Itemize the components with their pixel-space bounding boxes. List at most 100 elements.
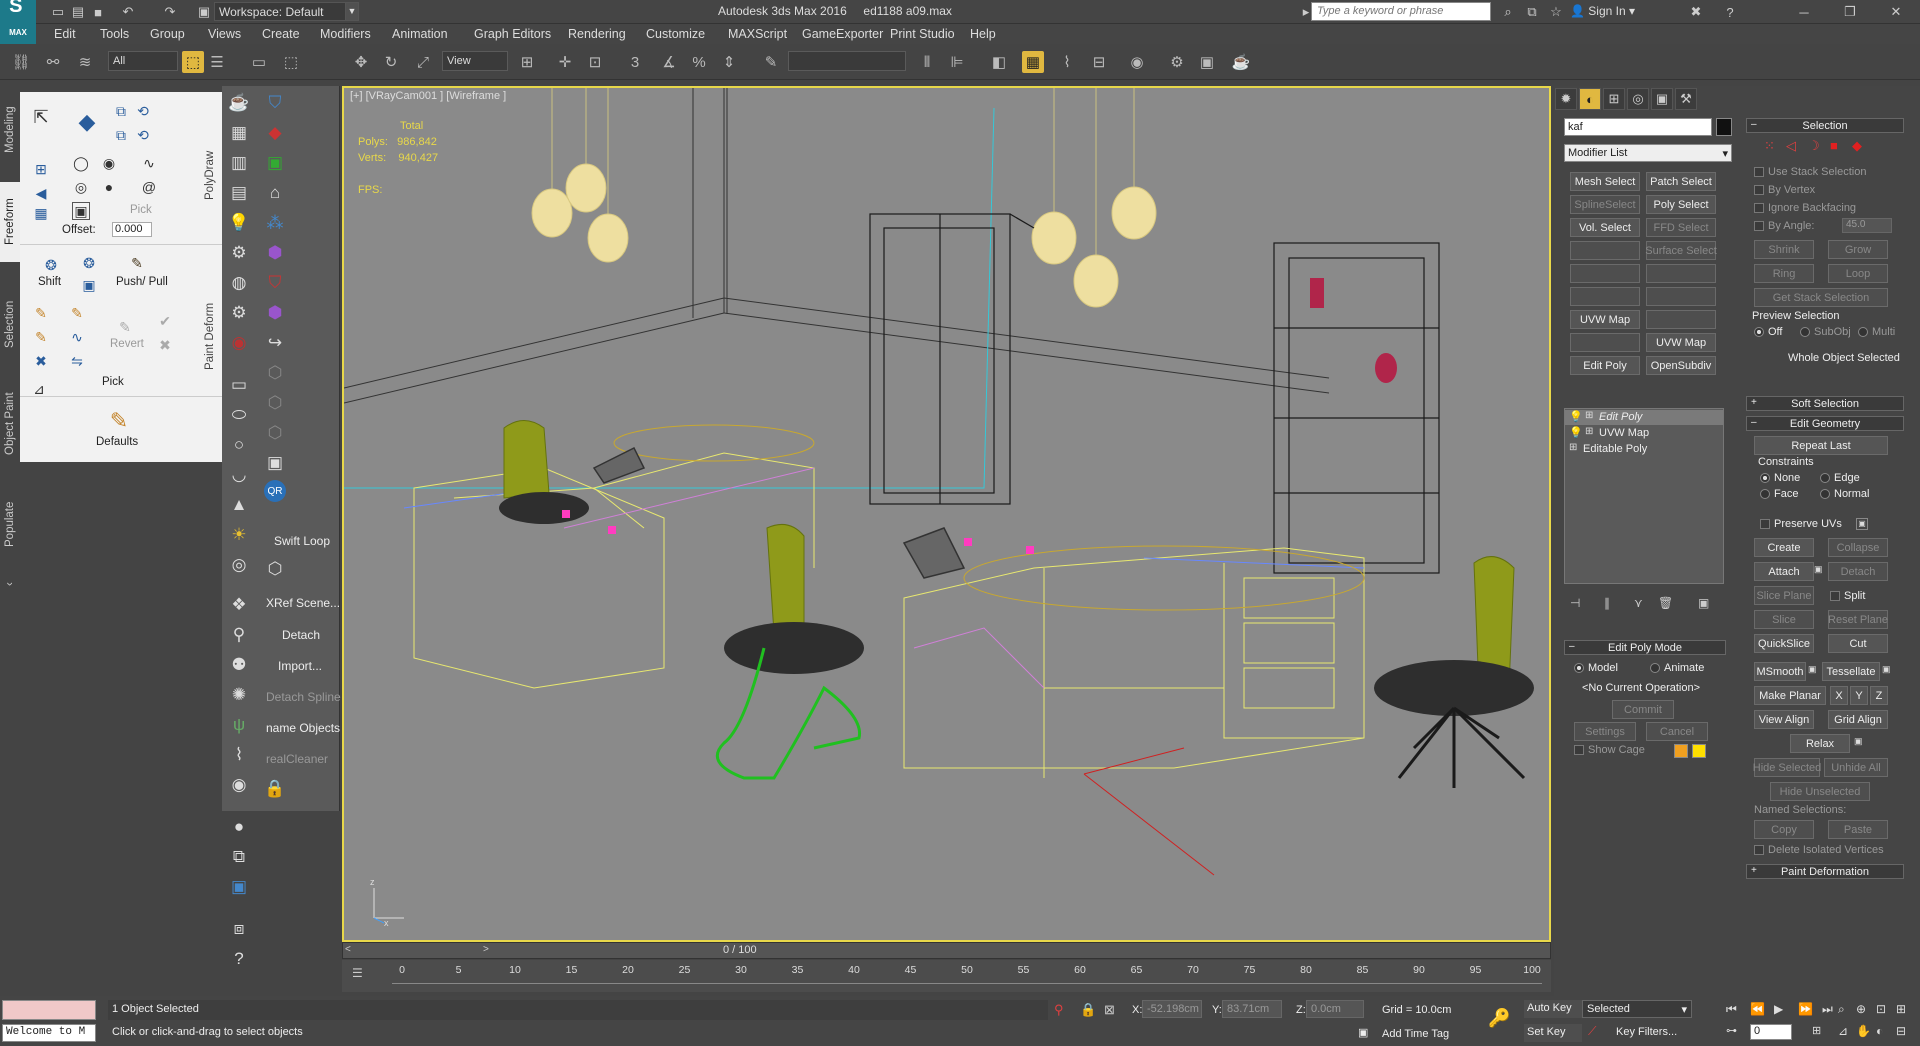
attach-button[interactable]: Attach	[1754, 562, 1814, 581]
maxscript-listener[interactable]: Welcome to M	[2, 1024, 96, 1042]
swift-loop-label[interactable]: Swift Loop	[274, 534, 330, 548]
tab-modeling[interactable]: Modeling	[0, 90, 20, 170]
selection-filter-dropdown[interactable]: All	[108, 51, 178, 71]
stack-item-edit-poly[interactable]: 💡 ⊞ Edit Poly	[1565, 410, 1723, 425]
animate-radio[interactable]: Animate	[1650, 662, 1704, 674]
modifier-button[interactable]: SplineSelect	[1570, 195, 1640, 214]
use-stack-selection-checkbox[interactable]: Use Stack Selection	[1754, 166, 1866, 178]
key-filters-button[interactable]: Key Filters...	[1616, 1026, 1677, 1038]
surface-tool-icon[interactable]: ◉	[100, 154, 118, 172]
menu-print-studio[interactable]: Print Studio	[890, 27, 955, 41]
hierarchy-tab-icon[interactable]: ⊞	[1603, 88, 1625, 110]
film-icon[interactable]: ◉	[226, 330, 252, 356]
push-pull-icon[interactable]: ✎	[128, 254, 146, 272]
branches-icon[interactable]: ⊞	[32, 160, 50, 178]
lock-icon[interactable]: 🔒	[262, 776, 288, 802]
grid-icon[interactable]: ⧉	[112, 126, 130, 144]
by-vertex-checkbox[interactable]: By Vertex	[1754, 184, 1815, 196]
shift-label[interactable]: Shift	[38, 276, 61, 288]
window-crossing-icon[interactable]: ⬚	[280, 51, 302, 73]
unhide-all-button[interactable]: Unhide All	[1824, 758, 1888, 777]
offset-field[interactable]: 0.000	[112, 222, 152, 237]
ball-icon[interactable]: ●	[226, 814, 252, 840]
menu-create[interactable]: Create	[262, 27, 300, 41]
relax-button[interactable]: Relax	[1790, 734, 1850, 753]
project-folder-icon[interactable]: ▣	[196, 4, 212, 20]
topology-icon[interactable]: ∿	[140, 154, 158, 172]
communication-icon[interactable]: ⧉	[1524, 4, 1540, 20]
stack-item-editable-poly[interactable]: ⊞ Editable Poly	[1565, 442, 1723, 457]
pinch-brush-icon[interactable]: ✎	[32, 328, 50, 346]
attach-list-icon[interactable]: ▣	[1814, 564, 1826, 578]
exaggerate-brush-icon[interactable]: ✖	[32, 352, 50, 370]
modifier-button[interactable]	[1570, 264, 1640, 283]
tab-freeform[interactable]: Freeform	[0, 182, 20, 262]
select-by-name-icon[interactable]: ☰	[206, 51, 228, 73]
zoom-icon[interactable]: ⌕	[1838, 1002, 1845, 1017]
manipulate-icon[interactable]: ✛	[554, 51, 576, 73]
box-icon[interactable]: ▦	[226, 120, 252, 146]
link-icon[interactable]: ⛓	[10, 51, 32, 73]
search-input[interactable]: Type a keyword or phrase	[1311, 2, 1491, 21]
new-file-icon[interactable]: ▭	[50, 4, 66, 20]
render-frame-icon[interactable]: ▣	[1196, 51, 1218, 73]
quickslice-button[interactable]: QuickSlice	[1754, 634, 1814, 653]
layer-explorer-icon[interactable]: ◧	[988, 51, 1010, 73]
modifier-button[interactable]: Patch Select	[1646, 172, 1716, 191]
show-end-result-icon[interactable]: ∥	[1604, 596, 1610, 610]
planar-y-button[interactable]: Y	[1850, 686, 1868, 705]
monitor-icon[interactable]: ▣	[226, 874, 252, 900]
polydraw-label[interactable]: PolyDraw	[204, 130, 216, 200]
fill-icon[interactable]: ▦	[32, 204, 50, 222]
y-coordinate[interactable]: 83.71cm	[1222, 1000, 1282, 1018]
add-time-tag[interactable]: Add Time Tag	[1382, 1028, 1449, 1040]
chevron-down-icon[interactable]: ▼	[345, 2, 359, 21]
current-frame-field[interactable]: 0	[1750, 1024, 1792, 1040]
show-cage-checkbox[interactable]: Show Cage	[1574, 744, 1645, 756]
fov-icon[interactable]: ⊿	[1838, 1024, 1848, 1038]
select-move-icon[interactable]: ⇱	[32, 107, 50, 127]
set-key-icon[interactable]: ⟋	[1588, 1024, 1596, 1039]
modifier-button[interactable]: FFD Select	[1646, 218, 1716, 237]
paint-deformation-rollout[interactable]: + Paint Deformation	[1746, 864, 1904, 879]
display-tab-icon[interactable]: ▣	[1651, 88, 1673, 110]
make-unique-icon[interactable]: ⋎	[1634, 596, 1643, 610]
modifier-stack[interactable]: 💡 ⊞ Edit Poly 💡 ⊞ UVW Map ⊞ Editable Poly	[1564, 408, 1724, 584]
menu-gameexporter[interactable]: GameExporter	[802, 27, 883, 41]
set-key-button[interactable]: Set Key	[1524, 1024, 1582, 1042]
commit-button[interactable]: Commit	[1612, 700, 1674, 719]
modifier-button[interactable]	[1570, 287, 1640, 306]
menu-modifiers[interactable]: Modifiers	[320, 27, 371, 41]
split-checkbox[interactable]: Split	[1830, 590, 1865, 602]
schematic-view-icon[interactable]: ⊟	[1088, 51, 1110, 73]
key-mode-dropdown[interactable]: Selected ▾	[1582, 1000, 1692, 1018]
grow-button[interactable]: Grow	[1828, 240, 1888, 259]
import-button[interactable]: Import...	[278, 659, 322, 673]
minimize-icon[interactable]: ─	[1796, 4, 1812, 20]
dots-icon[interactable]: ⁂	[262, 210, 288, 236]
grass-icon[interactable]: ψ	[226, 712, 252, 738]
expand-icon[interactable]: ⊞	[1569, 442, 1577, 453]
percent-snap-icon[interactable]: %	[688, 51, 710, 73]
curve-editor-icon[interactable]: ⌇	[1056, 51, 1078, 73]
zoom-region-icon[interactable]: ⊞	[1896, 1002, 1906, 1016]
menu-maxscript[interactable]: MAXScript	[728, 27, 787, 41]
cube-icon[interactable]: ⬢	[262, 240, 288, 266]
detach-button-cp[interactable]: Detach	[1828, 562, 1888, 581]
ellipse-icon[interactable]: ⬭	[226, 402, 252, 428]
modifier-button[interactable]: UVW Map	[1646, 333, 1716, 352]
view-align-button[interactable]: View Align	[1754, 710, 1814, 729]
collapse-button[interactable]: Collapse	[1828, 538, 1888, 557]
restore-icon[interactable]: ❐	[1842, 4, 1858, 20]
pin-icon[interactable]: ⚲	[226, 622, 252, 648]
menu-group[interactable]: Group	[150, 27, 185, 41]
planar-x-button[interactable]: X	[1830, 686, 1848, 705]
app-logo[interactable]: S MAX	[0, 0, 36, 44]
light-bulb-icon[interactable]: 💡	[1569, 410, 1583, 423]
arrow-right-icon[interactable]: ↪	[262, 330, 288, 356]
render-setup-icon[interactable]: ⚙	[1166, 51, 1188, 73]
frames-icon[interactable]: ⧈	[226, 916, 252, 942]
next-frame-icon-2[interactable]: ⏩	[1798, 1002, 1813, 1016]
tab-selection[interactable]: Selection	[0, 284, 20, 364]
time-slider[interactable]: < 0 / 100 >	[342, 942, 1551, 959]
